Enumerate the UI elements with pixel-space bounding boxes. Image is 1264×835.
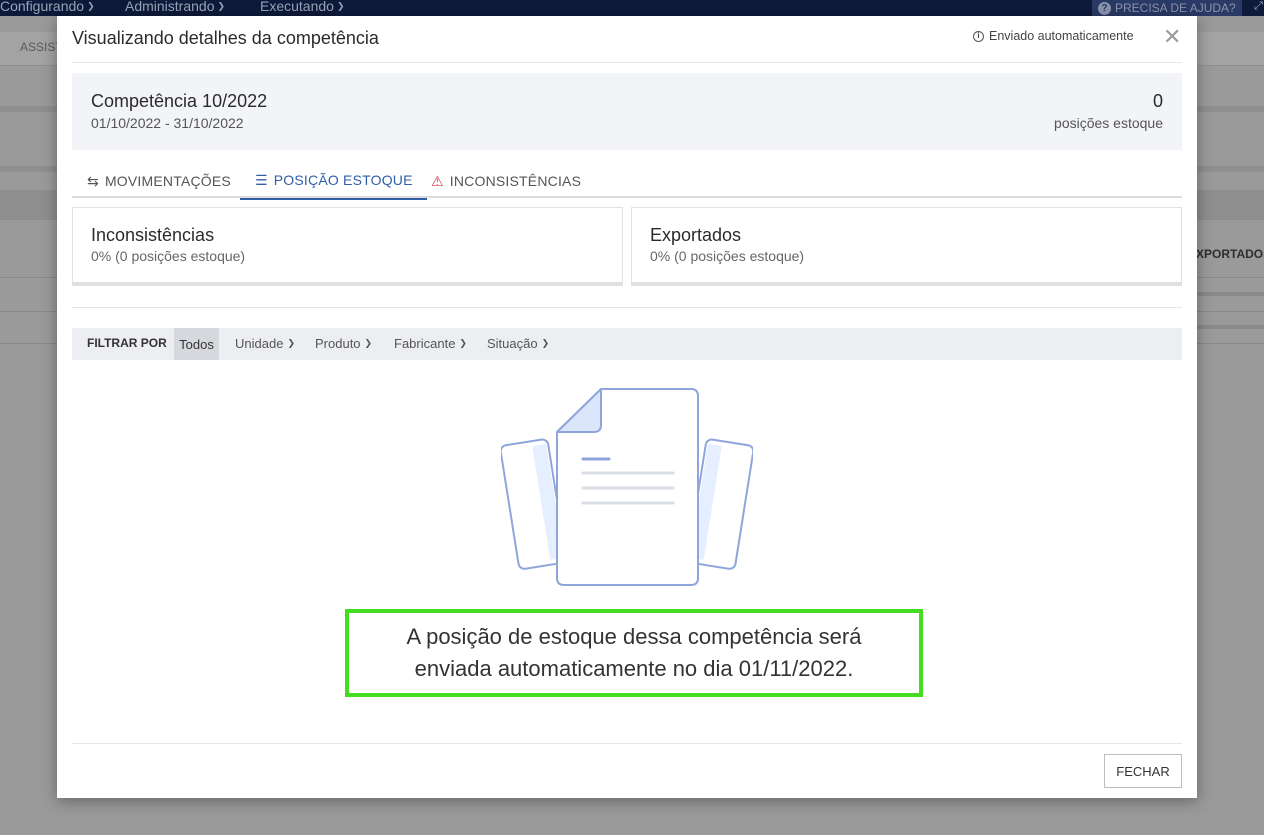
menu-administrando[interactable]: Administrando ❯	[125, 0, 225, 14]
filter-todos[interactable]: Todos	[174, 328, 219, 360]
close-button[interactable]: FECHAR	[1104, 754, 1182, 788]
empty-state-message-box: A posição de estoque dessa competência s…	[345, 609, 923, 697]
posicoes-count-label: posições estoque	[1054, 115, 1163, 131]
background-progress	[1197, 325, 1264, 329]
cards-divider	[72, 307, 1182, 308]
filter-unidade[interactable]: Unidade ❯	[235, 336, 295, 351]
chevron-down-icon: ❯	[364, 338, 373, 348]
inconsistencias-card-value: 0% (0 posições estoque)	[91, 248, 246, 264]
menu-executando-label: Executando	[260, 0, 334, 14]
header-divider	[72, 62, 1182, 63]
filter-fabricante-label: Fabricante	[394, 336, 456, 351]
chevron-down-icon: ❯	[459, 338, 467, 348]
top-nav-bar: Configurando ❯ Administrando ❯ Executand…	[0, 0, 1264, 16]
competencia-date-range: 01/10/2022 - 31/10/2022	[91, 115, 244, 131]
chevron-down-icon: ❯	[287, 338, 295, 348]
menu-administrando-label: Administrando	[125, 0, 215, 14]
close-icon[interactable]: ✕	[1163, 26, 1181, 48]
competencia-title: Competência 10/2022	[91, 91, 268, 111]
tab-posicao-estoque[interactable]: ☰ POSIÇÃO ESTOQUE	[240, 164, 427, 200]
footer-divider	[72, 743, 1182, 744]
menu-executando[interactable]: Executando ❯	[260, 0, 345, 14]
tab-inconsistencias[interactable]: ⚠ INCONSISTÊNCIAS	[431, 164, 581, 198]
info-icon: i	[973, 30, 984, 42]
filter-unidade-label: Unidade	[235, 336, 284, 351]
modal-title: Visualizando detalhes da competência	[72, 28, 379, 48]
tabs-bar: ⇆ MOVIMENTAÇÕES ☰ POSIÇÃO ESTOQUE ⚠ INCO…	[72, 164, 1182, 200]
filter-produto-label: Produto	[315, 336, 361, 351]
tab-movimentacoes[interactable]: ⇆ MOVIMENTAÇÕES	[87, 164, 231, 198]
arrows-exchange-icon: ⇆	[87, 172, 99, 189]
competencia-details-modal: Visualizando detalhes da competência i E…	[57, 16, 1197, 798]
filter-produto[interactable]: Produto ❯	[315, 336, 372, 351]
posicoes-count: 0	[1152, 91, 1163, 111]
menu-configurando[interactable]: Configurando ❯	[0, 0, 95, 14]
tab-inconsistencias-label: INCONSISTÊNCIAS	[449, 173, 582, 189]
filter-situacao[interactable]: Situação ❯	[487, 336, 549, 351]
filter-bar: FILTRAR POR Todos Unidade ❯ Produto ❯ Fa…	[72, 328, 1182, 360]
help-label: PRECISA DE AJUDA?	[1115, 1, 1236, 15]
inconsistencias-card: Inconsistências 0% (0 posições estoque)	[72, 207, 623, 286]
auto-send-info: i Enviado automaticamente	[973, 29, 1134, 43]
background-progress	[1197, 292, 1264, 296]
chevron-down-icon: ❯	[217, 0, 226, 11]
warning-icon: ⚠	[431, 172, 444, 189]
filter-fabricante[interactable]: Fabricante ❯	[394, 336, 467, 351]
empty-state-message: A posição de estoque dessa competência s…	[406, 624, 862, 681]
expand-icon[interactable]: ⤢	[1254, 0, 1263, 13]
empty-document-illustration	[501, 388, 753, 586]
chevron-down-icon: ❯	[336, 0, 345, 11]
exportados-card: Exportados 0% (0 posições estoque)	[631, 207, 1182, 286]
exportados-card-title: Exportados	[650, 225, 742, 245]
question-icon: ?	[1098, 1, 1111, 15]
tab-posicao-estoque-label: POSIÇÃO ESTOQUE	[273, 172, 413, 188]
tab-movimentacoes-label: MOVIMENTAÇÕES	[104, 173, 231, 189]
inconsistencias-card-title: Inconsistências	[91, 225, 215, 245]
auto-send-label: Enviado automaticamente	[989, 29, 1134, 43]
chevron-down-icon: ❯	[87, 0, 95, 11]
competencia-summary: Competência 10/2022 01/10/2022 - 31/10/2…	[72, 73, 1182, 150]
chevron-down-icon: ❯	[541, 338, 550, 348]
menu-configurando-label: Configurando	[0, 0, 85, 14]
list-icon: ☰	[255, 171, 268, 188]
help-button[interactable]: ? PRECISA DE AJUDA?	[1092, 0, 1242, 16]
exportados-card-value: 0% (0 posições estoque)	[650, 248, 805, 264]
filter-label: FILTRAR POR	[87, 336, 167, 350]
filter-situacao-label: Situação	[487, 336, 538, 351]
background-exportados-label: XPORTADOS	[1196, 247, 1264, 261]
